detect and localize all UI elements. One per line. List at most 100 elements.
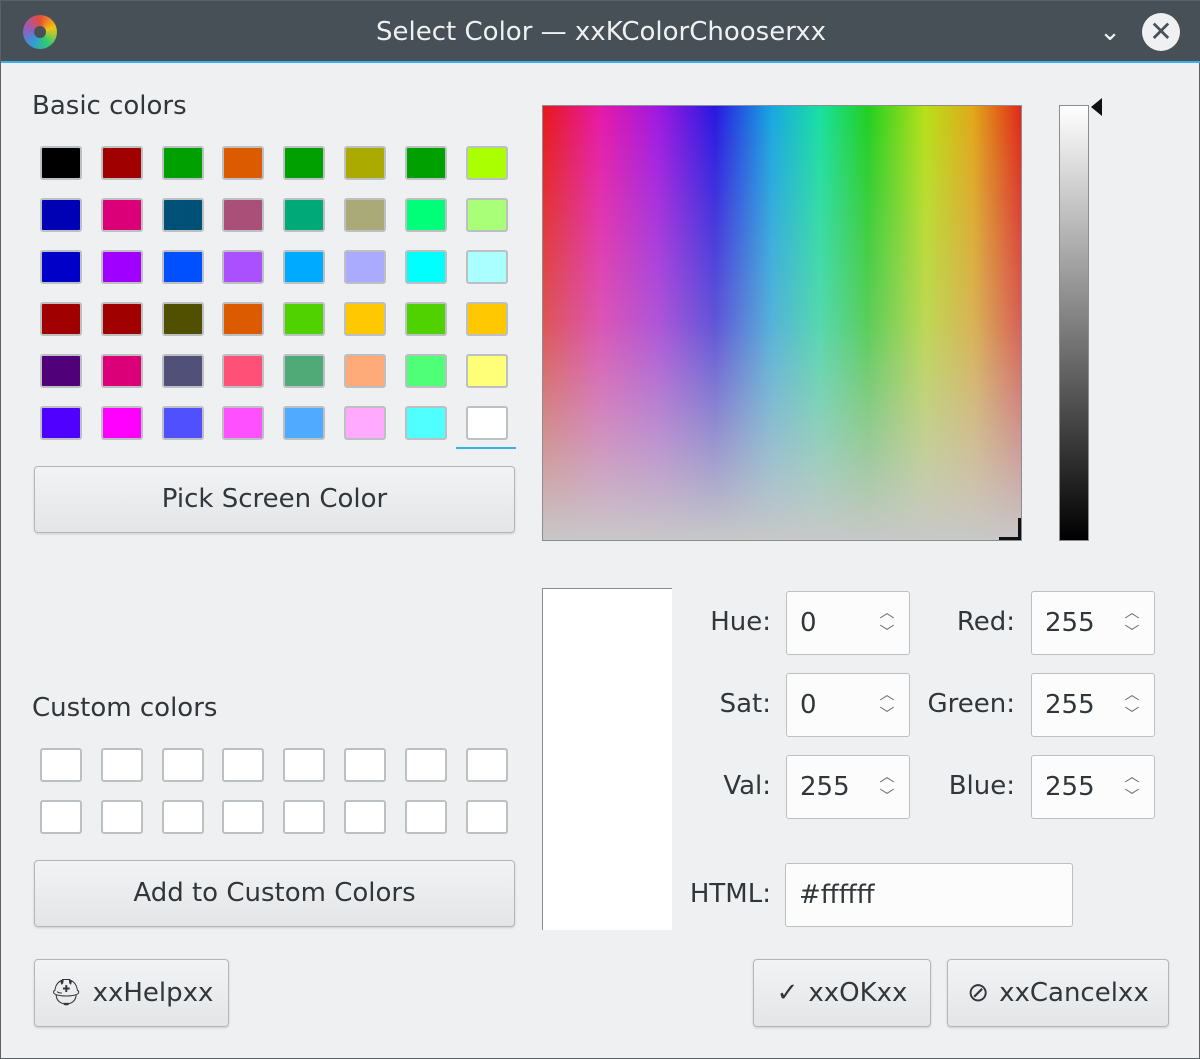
custom-color-swatch[interactable] <box>222 800 265 834</box>
hue-value[interactable]: 0 <box>800 592 817 654</box>
basic-color-swatch[interactable] <box>283 250 326 284</box>
html-label: HTML: <box>689 879 771 909</box>
basic-color-swatch[interactable] <box>100 302 143 336</box>
custom-color-swatch[interactable] <box>40 748 82 782</box>
basic-color-swatch[interactable] <box>161 146 204 180</box>
red-spinbox[interactable]: 255 ︿ ﹀ <box>1031 591 1155 655</box>
basic-color-swatch[interactable] <box>40 302 82 336</box>
basic-color-swatch[interactable] <box>222 354 265 388</box>
basic-color-swatch[interactable] <box>343 198 386 232</box>
custom-color-swatch[interactable] <box>161 800 204 834</box>
basic-color-swatch[interactable] <box>100 146 143 180</box>
custom-color-swatch[interactable] <box>283 748 326 782</box>
title-bar[interactable]: Select Color — xxKColorChooserxx ⌄ ✕ <box>1 1 1200 63</box>
basic-color-swatch[interactable] <box>40 406 82 440</box>
basic-color-swatch[interactable] <box>465 354 508 388</box>
spin-arrows-icon[interactable]: ︿ ﹀ <box>1120 766 1144 808</box>
cancel-button[interactable]: ⊘ xxCancelxx <box>947 959 1169 1027</box>
basic-color-swatch[interactable] <box>40 354 82 388</box>
spin-arrows-icon[interactable]: ︿ ﹀ <box>875 602 899 644</box>
basic-color-swatch[interactable] <box>100 406 143 440</box>
basic-color-swatch[interactable] <box>465 146 508 180</box>
blue-value[interactable]: 255 <box>1045 756 1095 818</box>
spin-arrows-icon[interactable]: ︿ ﹀ <box>1120 602 1144 644</box>
basic-color-swatch[interactable] <box>343 302 386 336</box>
custom-color-swatch[interactable] <box>161 748 204 782</box>
spin-arrows-icon[interactable]: ︿ ﹀ <box>1120 684 1144 726</box>
basic-color-swatch[interactable] <box>100 198 143 232</box>
basic-color-swatch[interactable] <box>283 354 326 388</box>
sat-spinbox[interactable]: 0 ︿ ﹀ <box>786 673 910 737</box>
val-value[interactable]: 255 <box>800 756 850 818</box>
ok-button[interactable]: ✓ xxOKxx <box>753 959 931 1027</box>
basic-color-swatch[interactable] <box>465 406 508 440</box>
custom-color-swatch[interactable] <box>343 748 386 782</box>
custom-color-swatch[interactable] <box>343 800 386 834</box>
basic-color-swatch[interactable] <box>40 198 82 232</box>
custom-color-swatch[interactable] <box>100 748 143 782</box>
help-button-label: xxHelpxx <box>92 978 214 1008</box>
spin-arrows-icon[interactable]: ︿ ﹀ <box>875 766 899 808</box>
green-value[interactable]: 255 <box>1045 674 1095 736</box>
hue-spinbox[interactable]: 0 ︿ ﹀ <box>786 591 910 655</box>
basic-color-swatch[interactable] <box>222 302 265 336</box>
basic-color-swatch[interactable] <box>404 250 447 284</box>
value-slider-handle-icon[interactable] <box>1091 98 1102 116</box>
help-button[interactable]: ⛑ xxHelpxx <box>34 959 229 1027</box>
basic-color-swatch[interactable] <box>343 250 386 284</box>
custom-color-swatch[interactable] <box>222 748 265 782</box>
sat-value[interactable]: 0 <box>800 674 817 736</box>
custom-color-swatch[interactable] <box>283 800 326 834</box>
basic-color-swatch[interactable] <box>283 406 326 440</box>
basic-color-swatch[interactable] <box>222 146 265 180</box>
basic-color-swatch[interactable] <box>404 146 447 180</box>
basic-colors-label: Basic colors <box>32 91 187 121</box>
basic-color-swatch[interactable] <box>100 354 143 388</box>
basic-color-swatch[interactable] <box>40 146 82 180</box>
pick-screen-color-button[interactable]: Pick Screen Color <box>34 466 515 533</box>
swatch-focus-indicator <box>456 447 516 449</box>
red-value[interactable]: 255 <box>1045 592 1095 654</box>
basic-color-swatch[interactable] <box>343 146 386 180</box>
custom-color-swatch[interactable] <box>40 800 82 834</box>
basic-color-swatch[interactable] <box>465 198 508 232</box>
basic-color-swatch[interactable] <box>161 198 204 232</box>
basic-color-swatch[interactable] <box>222 406 265 440</box>
basic-color-swatch[interactable] <box>161 302 204 336</box>
custom-color-swatch[interactable] <box>465 748 508 782</box>
basic-color-swatch[interactable] <box>283 198 326 232</box>
basic-color-swatch[interactable] <box>222 198 265 232</box>
value-slider[interactable] <box>1059 105 1089 541</box>
custom-color-swatch[interactable] <box>404 800 447 834</box>
custom-color-swatch[interactable] <box>465 800 508 834</box>
green-spinbox[interactable]: 255 ︿ ﹀ <box>1031 673 1155 737</box>
basic-color-swatch[interactable] <box>404 354 447 388</box>
basic-color-swatch[interactable] <box>404 302 447 336</box>
html-input[interactable]: #ffffff <box>785 863 1073 927</box>
val-spinbox[interactable]: 255 ︿ ﹀ <box>786 755 910 819</box>
add-to-custom-colors-button[interactable]: Add to Custom Colors <box>34 860 515 927</box>
picker-crosshair[interactable] <box>999 518 1021 540</box>
minimize-button[interactable]: ⌄ <box>1091 13 1129 51</box>
spin-arrows-icon[interactable]: ︿ ﹀ <box>875 684 899 726</box>
basic-color-swatch[interactable] <box>343 354 386 388</box>
custom-color-swatch[interactable] <box>404 748 447 782</box>
html-value[interactable]: #ffffff <box>799 864 875 926</box>
basic-color-swatch[interactable] <box>283 146 326 180</box>
basic-color-swatch[interactable] <box>40 250 82 284</box>
basic-color-swatch[interactable] <box>343 406 386 440</box>
basic-color-swatch[interactable] <box>161 250 204 284</box>
custom-color-swatch[interactable] <box>100 800 143 834</box>
close-button[interactable]: ✕ <box>1142 13 1180 51</box>
basic-color-swatch[interactable] <box>404 406 447 440</box>
blue-spinbox[interactable]: 255 ︿ ﹀ <box>1031 755 1155 819</box>
basic-color-swatch[interactable] <box>100 250 143 284</box>
basic-color-swatch[interactable] <box>465 302 508 336</box>
basic-color-swatch[interactable] <box>404 198 447 232</box>
basic-color-swatch[interactable] <box>161 354 204 388</box>
basic-color-swatch[interactable] <box>222 250 265 284</box>
basic-color-swatch[interactable] <box>283 302 326 336</box>
basic-color-swatch[interactable] <box>161 406 204 440</box>
basic-color-swatch[interactable] <box>465 250 508 284</box>
hue-saturation-picker[interactable] <box>542 105 1022 541</box>
